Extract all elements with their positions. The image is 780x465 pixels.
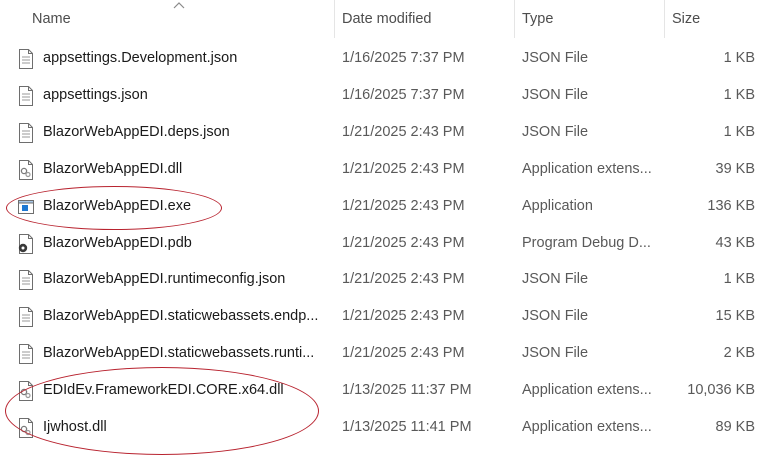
exe-icon xyxy=(18,197,34,217)
file-name: BlazorWebAppEDI.deps.json xyxy=(43,123,230,140)
file-row[interactable]: BlazorWebAppEDI.dll 1/21/2025 2:43 PM Appl… xyxy=(0,151,780,188)
file-date-modified: 1/21/2025 2:43 PM xyxy=(342,123,465,140)
file-type: JSON File xyxy=(522,308,589,325)
document-icon xyxy=(18,85,34,106)
column-header-type[interactable]: Type xyxy=(514,0,664,38)
file-date-modified: 1/21/2025 2:43 PM xyxy=(342,345,465,362)
file-size: 1 KB xyxy=(723,50,755,66)
file-name: BlazorWebAppEDI.exe xyxy=(43,197,192,214)
file-date-modified: 1/21/2025 2:43 PM xyxy=(342,271,465,288)
document-icon xyxy=(18,344,34,365)
file-type: Application extens... xyxy=(522,160,652,177)
file-type: JSON File xyxy=(522,123,589,140)
column-header: Name Date modified Type Size xyxy=(0,0,780,38)
file-type: Application xyxy=(522,197,593,214)
document-icon xyxy=(18,122,34,143)
file-name: Ijwhost.dll xyxy=(43,419,107,435)
file-type: JSON File xyxy=(522,86,589,103)
file-date-modified: 1/21/2025 2:43 PM xyxy=(342,160,465,177)
column-header-name[interactable]: Name xyxy=(24,0,334,38)
file-type: JSON File xyxy=(522,50,589,66)
file-date-modified: 1/21/2025 2:43 PM xyxy=(342,234,465,251)
file-date-modified: 1/21/2025 2:43 PM xyxy=(342,197,465,214)
file-date-modified: 1/16/2025 7:37 PM xyxy=(342,50,465,66)
file-row[interactable]: BlazorWebAppEDI.runtimeconfig.json 1/21/2… xyxy=(0,261,780,298)
file-size: 15 KB xyxy=(715,308,756,325)
file-type: JSON File xyxy=(522,271,589,288)
file-date-modified: 1/21/2025 2:43 PM xyxy=(342,308,465,325)
file-name: BlazorWebAppEDI.dll xyxy=(43,160,183,177)
file-name: BlazorWebAppEDI.pdb xyxy=(43,234,192,251)
file-size: 1 KB xyxy=(723,271,755,288)
file-type: Program Debug D... xyxy=(522,234,651,251)
file-type: Application extens... xyxy=(522,382,652,399)
file-size: 39 KB xyxy=(715,160,756,177)
file-name: appsettings.json xyxy=(43,86,148,103)
file-size: 43 KB xyxy=(715,234,756,251)
column-header-size[interactable]: Size xyxy=(664,0,780,38)
document-icon xyxy=(18,270,34,291)
dll-icon xyxy=(18,418,34,438)
dll-icon xyxy=(18,159,34,180)
pdb-icon xyxy=(18,233,34,254)
file-row[interactable]: EDIdEv.FrameworkEDI.CORE.x64.dll 1/13/202… xyxy=(0,372,780,409)
file-name: BlazorWebAppEDI.staticwebassets.endp... xyxy=(43,308,319,325)
file-date-modified: 1/16/2025 7:37 PM xyxy=(342,86,465,103)
file-date-modified: 1/13/2025 11:41 PM xyxy=(342,419,472,435)
file-row[interactable]: BlazorWebAppEDI.deps.json 1/21/2025 2:43 … xyxy=(0,114,780,151)
dll-icon xyxy=(18,381,34,402)
file-row[interactable]: BlazorWebAppEDI.staticwebassets.endp... 1… xyxy=(0,298,780,335)
file-name: appsettings.Development.json xyxy=(43,50,238,66)
file-row[interactable]: BlazorWebAppEDI.exe 1/21/2025 2:43 PM Appl… xyxy=(0,188,780,225)
file-size: 136 KB xyxy=(707,197,755,214)
file-name: BlazorWebAppEDI.runtimeconfig.json xyxy=(43,271,286,288)
file-date-modified: 1/13/2025 11:37 PM xyxy=(342,382,472,399)
file-row[interactable]: BlazorWebAppEDI.staticwebassets.runti...… xyxy=(0,335,780,372)
column-header-date-modified[interactable]: Date modified xyxy=(334,0,514,38)
file-name: EDIdEv.FrameworkEDI.CORE.x64.dll xyxy=(43,382,284,399)
file-size: 1 KB xyxy=(723,86,755,103)
file-type: JSON File xyxy=(522,345,589,362)
document-icon xyxy=(18,49,34,69)
file-row[interactable]: BlazorWebAppEDI.pdb 1/21/2025 2:43 PM Prog… xyxy=(0,225,780,262)
file-name: BlazorWebAppEDI.staticwebassets.runti... xyxy=(43,345,315,362)
file-row[interactable]: appsettings.Development.json 1/16/2025 7:… xyxy=(0,40,780,77)
file-size: 1 KB xyxy=(723,123,755,140)
file-size: 2 KB xyxy=(723,345,755,362)
file-size: 10,036 KB xyxy=(687,382,755,399)
file-row[interactable]: Ijwhost.dll 1/13/2025 11:41 PM Application… xyxy=(0,409,780,446)
file-row[interactable]: appsettings.json 1/16/2025 7:37 PM JSON Fi… xyxy=(0,77,780,114)
document-icon xyxy=(18,307,34,328)
file-type: Application extens... xyxy=(522,419,652,435)
file-size: 89 KB xyxy=(715,419,756,435)
